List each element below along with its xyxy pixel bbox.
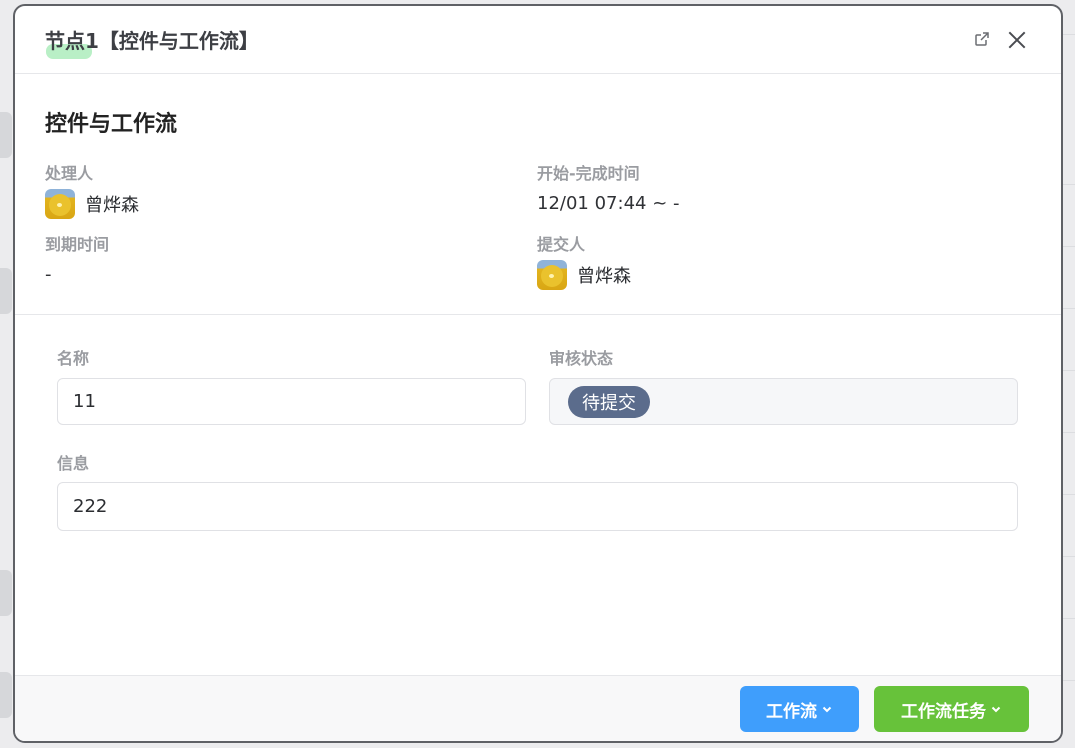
- background-tab: [0, 112, 12, 158]
- submitter-label: 提交人: [537, 235, 586, 254]
- review-status-label: 审核状态: [549, 349, 614, 368]
- assignee-label: 处理人: [45, 164, 94, 183]
- workflow-task-button-label: 工作流任务: [901, 701, 986, 722]
- dialog-footer: 工作流 工作流任务: [15, 675, 1061, 741]
- chevron-down-icon: [991, 706, 1001, 713]
- dialog-title: 节点1【控件与工作流】: [45, 29, 259, 53]
- submitter-name: 曾烨森: [577, 266, 631, 287]
- due-time-label: 到期时间: [45, 235, 110, 254]
- name-field-label: 名称: [57, 349, 90, 368]
- assignee-name: 曾烨森: [85, 195, 139, 216]
- assignee-chip[interactable]: 曾烨森: [45, 189, 139, 219]
- workflow-task-button[interactable]: 工作流任务: [874, 686, 1029, 732]
- close-icon[interactable]: [1006, 29, 1026, 49]
- start-end-time-label: 开始-完成时间: [537, 164, 640, 183]
- section-title: 控件与工作流: [45, 112, 178, 137]
- name-field-value: 11: [73, 391, 96, 412]
- info-field-value: 222: [73, 496, 108, 517]
- avatar: [537, 260, 567, 290]
- workflow-button[interactable]: 工作流: [740, 686, 859, 732]
- section-divider: [15, 314, 1061, 315]
- submitter-chip[interactable]: 曾烨森: [537, 260, 631, 290]
- background-tab: [0, 268, 12, 314]
- due-time-value: -: [45, 264, 52, 285]
- workflow-button-label: 工作流: [766, 701, 817, 722]
- background-tab: [0, 570, 12, 616]
- chevron-down-icon: [822, 706, 832, 713]
- info-field-label: 信息: [57, 454, 90, 473]
- info-field[interactable]: 222: [57, 482, 1018, 531]
- task-detail-dialog: 节点1【控件与工作流】 控件与工作流 处理人 曾烨森 到期时间 - 开始-完成时…: [13, 4, 1063, 743]
- avatar: [45, 189, 75, 219]
- name-field[interactable]: 11: [57, 378, 526, 425]
- dialog-header: 节点1【控件与工作流】: [15, 6, 1061, 74]
- background-tab: [0, 672, 12, 718]
- review-status-field: 待提交: [549, 378, 1018, 425]
- status-badge: 待提交: [568, 385, 650, 418]
- external-link-icon[interactable]: [972, 29, 992, 49]
- start-end-time-value: 12/01 07:44 ~ -: [537, 193, 680, 214]
